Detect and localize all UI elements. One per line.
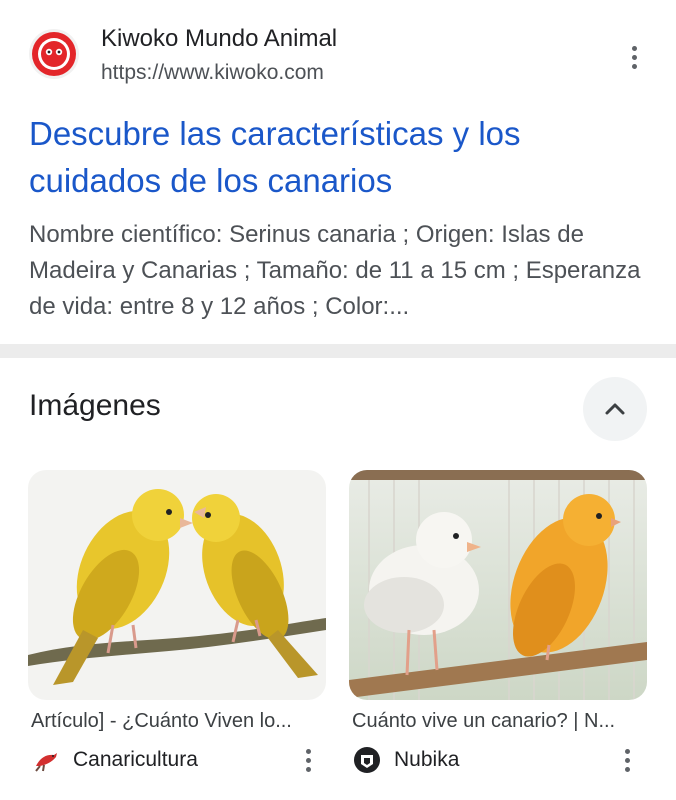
image-source[interactable]: Nubika (352, 745, 459, 775)
image-card[interactable]: Cuánto vive un canario? | N... Nubika (349, 470, 647, 773)
site-name[interactable]: Kiwoko Mundo Animal (101, 25, 337, 53)
search-result: Kiwoko Mundo Animal https://www.kiwoko.c… (0, 0, 676, 344)
result-title-link[interactable]: Descubre las características y los cuida… (29, 110, 649, 204)
chevron-up-icon (605, 403, 625, 415)
collapse-images-button[interactable] (583, 377, 647, 441)
nubika-logo-icon (352, 745, 382, 775)
site-url[interactable]: https://www.kiwoko.com (101, 61, 324, 85)
image-caption[interactable]: Cuánto vive un canario? | N... (352, 710, 644, 733)
result-snippet: Nombre científico: Serinus canaria ; Ori… (29, 221, 641, 320)
section-divider (0, 344, 676, 358)
red-bird-icon (31, 745, 61, 775)
result-more-options-icon[interactable] (622, 42, 646, 72)
images-heading: Imágenes (29, 389, 161, 422)
image-caption[interactable]: Artículo] - ¿Cuánto Viven lo... (31, 710, 323, 733)
image-more-options-icon[interactable] (296, 745, 320, 775)
image-more-options-icon[interactable] (615, 745, 639, 775)
image-card[interactable]: Artículo] - ¿Cuánto Viven lo... Canaricu… (28, 470, 326, 772)
kiwoko-logo-icon[interactable] (29, 29, 79, 79)
source-name: Nubika (394, 748, 460, 771)
image-source[interactable]: Canaricultura (31, 745, 198, 775)
source-name: Canaricultura (73, 748, 198, 771)
white-and-orange-canaries-image[interactable] (349, 470, 647, 700)
two-yellow-canaries-image[interactable] (28, 470, 326, 700)
